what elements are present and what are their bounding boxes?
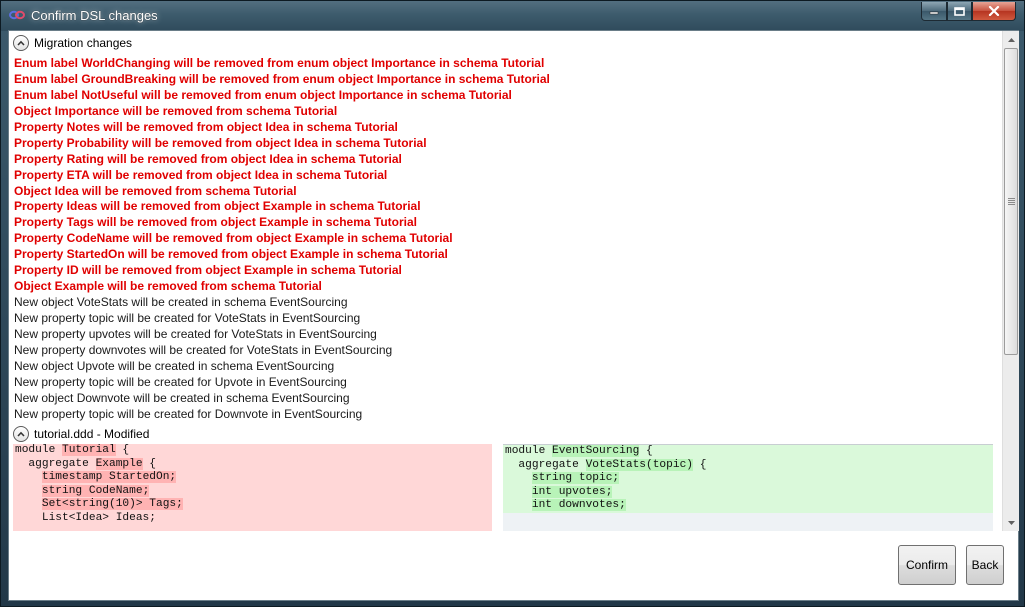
code-line: module Tutorial { — [13, 444, 492, 458]
chevron-up-icon — [17, 431, 25, 437]
removed-change-item: Property ETA will be removed from object… — [14, 167, 388, 182]
removed-change-item: Enum label WorldChanging will be removed… — [14, 56, 545, 70]
created-change-item: New property topic will be created for D… — [14, 406, 363, 421]
removed-change-item: Enum label NotUseful will be removed fro… — [14, 87, 512, 102]
chevron-up-icon — [1007, 37, 1015, 42]
highlighted-code: Example — [95, 457, 143, 470]
migration-change-list: Enum label WorldChanging will be removed… — [14, 55, 999, 422]
back-button[interactable]: Back — [966, 545, 1004, 585]
highlighted-code: string topic; — [531, 472, 620, 484]
highlighted-code: string CodeName; — [41, 484, 150, 497]
created-change-item: New object Downvote will be created in s… — [14, 390, 350, 405]
code-text: { — [115, 444, 130, 456]
title-bar[interactable]: Confirm DSL changes — [1, 1, 1024, 31]
removed-change-item: Property Tags will be removed from objec… — [14, 215, 417, 230]
changes-scroll-area[interactable]: Migration changes Enum label WorldChangi… — [9, 31, 1020, 531]
code-line: Set<string(10)> Tags; — [13, 498, 492, 512]
created-change-item: New object VoteStats will be created in … — [14, 295, 348, 310]
diff-old-code[interactable]: module Tutorial { aggregate Example { ti… — [13, 444, 492, 531]
code-text: { — [142, 457, 157, 470]
code-text: List<Idea> Ideas; — [15, 511, 156, 524]
caption-buttons — [921, 2, 1016, 22]
vertical-scrollbar[interactable] — [1002, 31, 1019, 531]
removed-change-item: Enum label GroundBreaking will be remove… — [14, 71, 550, 86]
code-text: { — [693, 458, 707, 471]
maximize-icon — [954, 6, 965, 16]
diff-new-code[interactable]: module EventSourcing { aggregate VoteSta… — [503, 444, 993, 531]
code-text: module — [15, 444, 62, 456]
code-text: module — [505, 445, 552, 457]
minimize-button[interactable] — [921, 2, 947, 21]
created-change-item: New property topic will be created for V… — [14, 311, 361, 325]
removed-change-item: Property Probability will be removed fro… — [14, 135, 427, 150]
code-line: aggregate VoteStats(topic) { — [503, 458, 993, 472]
scroll-down-button[interactable] — [1003, 514, 1019, 531]
maximize-button[interactable] — [947, 2, 972, 21]
removed-change-item: Property Notes will be removed from obje… — [14, 119, 398, 134]
dialog-window: Confirm DSL changes Migration changes En… — [0, 0, 1025, 607]
scroll-thumb[interactable] — [1004, 48, 1018, 355]
confirm-button[interactable]: Confirm — [898, 545, 956, 585]
code-text: aggregate — [505, 458, 586, 471]
highlighted-code: timestamp StartedOn; — [41, 471, 177, 483]
minimize-icon — [929, 11, 939, 15]
highlighted-code: EventSourcing — [552, 445, 640, 457]
created-change-item: New object Upvote will be created in sch… — [14, 358, 335, 373]
migration-changes-header[interactable]: Migration changes — [13, 34, 132, 52]
removed-change-item: Property Ideas will be removed from obje… — [14, 199, 421, 214]
highlighted-code: Set<string(10)> Tags; — [41, 498, 183, 510]
chevron-up-icon — [17, 40, 25, 46]
removed-change-item: Object Example will be removed from sche… — [14, 279, 322, 294]
collapse-migration-button[interactable] — [13, 35, 29, 51]
code-line: module EventSourcing { — [503, 445, 993, 459]
created-change-item: New property upvotes will be created for… — [14, 326, 377, 341]
grip-icon — [1007, 198, 1015, 205]
collapse-file-button[interactable] — [13, 426, 29, 442]
close-button[interactable] — [972, 2, 1016, 21]
file-name-label: tutorial.ddd - Modified — [34, 427, 150, 441]
chevron-down-icon — [1007, 520, 1015, 525]
code-text: { — [639, 445, 653, 457]
removed-change-item: Object Idea will be removed from schema … — [14, 183, 297, 198]
window-title: Confirm DSL changes — [31, 8, 158, 23]
created-change-item: New property topic will be created for U… — [14, 374, 347, 389]
removed-change-item: Property Rating will be removed from obj… — [14, 151, 402, 166]
code-text: aggregate — [15, 457, 96, 470]
removed-change-item: Property ID will be removed from object … — [14, 263, 402, 278]
close-icon — [988, 6, 1000, 16]
file-header[interactable]: tutorial.ddd - Modified — [13, 425, 149, 443]
code-line: timestamp StartedOn; — [13, 471, 492, 485]
highlighted-code: int downvotes; — [531, 499, 626, 511]
highlighted-code: int upvotes; — [531, 485, 613, 498]
highlighted-code: VoteStats(topic) — [585, 458, 693, 471]
code-line: string CodeName; — [13, 484, 492, 499]
code-line: aggregate Example { — [13, 457, 492, 472]
scroll-up-button[interactable] — [1003, 31, 1019, 48]
removed-change-item: Object Importance will be removed from s… — [14, 103, 338, 118]
removed-change-item: Property CodeName will be removed from o… — [14, 231, 453, 246]
dialog-content: Migration changes Enum label WorldChangi… — [8, 30, 1019, 601]
code-line: int downvotes; — [503, 499, 993, 513]
code-line: string topic; — [503, 472, 993, 486]
removed-change-item: Property StartedOn will be removed from … — [14, 247, 448, 262]
infinity-icon — [9, 10, 25, 20]
migration-changes-label: Migration changes — [34, 36, 133, 50]
code-line: List<Idea> Ideas; — [13, 512, 492, 526]
code-line: int upvotes; — [503, 485, 993, 499]
highlighted-code: Tutorial — [62, 444, 116, 456]
created-change-item: New property downvotes will be created f… — [14, 342, 393, 357]
